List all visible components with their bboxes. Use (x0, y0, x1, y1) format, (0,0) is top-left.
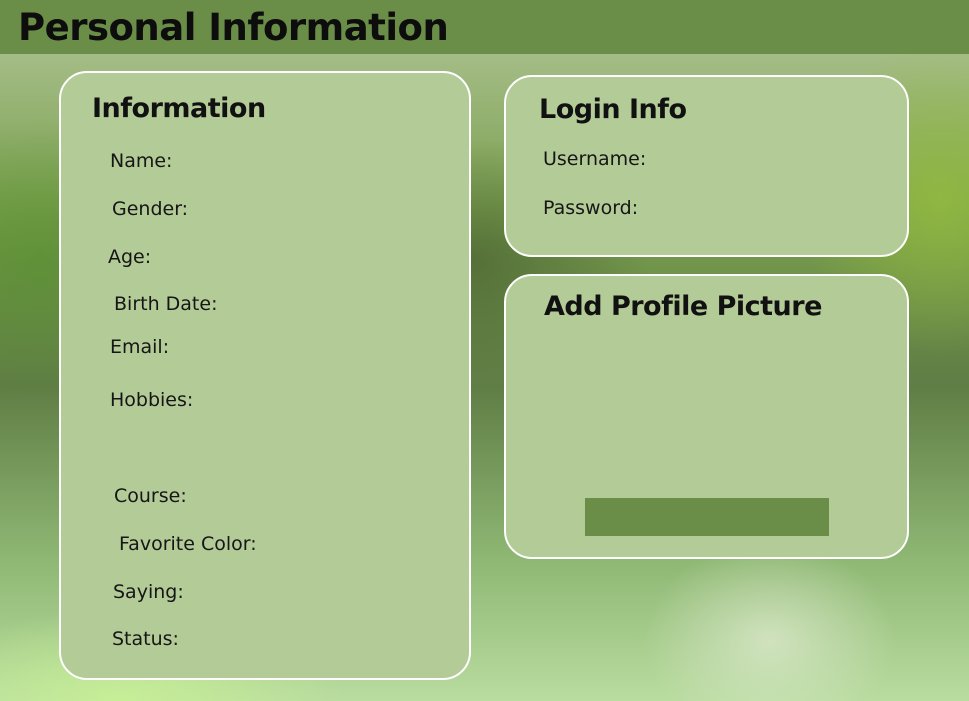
gender-label: Gender: (112, 198, 189, 220)
course-label: Course: (114, 485, 187, 507)
information-panel: Information Name: Gender: Age: Birth Dat… (59, 71, 471, 680)
username-label: Username: (543, 148, 647, 170)
header-bar: Personal Information (0, 0, 969, 54)
hobbies-label: Hobbies: (110, 389, 194, 411)
birth-date-label: Birth Date: (114, 293, 218, 315)
profile-picture-panel: Add Profile Picture (504, 274, 909, 559)
password-label: Password: (543, 197, 639, 219)
favorite-color-label: Favorite Color: (119, 533, 257, 555)
login-info-title: Login Info (539, 94, 687, 125)
page-title: Personal Information (18, 6, 449, 49)
name-label: Name: (110, 150, 173, 172)
saying-label: Saying: (113, 581, 184, 603)
age-label: Age: (108, 246, 152, 268)
status-label: Status: (112, 628, 179, 650)
profile-picture-title: Add Profile Picture (544, 291, 822, 322)
login-info-panel: Login Info Username: Password: (504, 75, 909, 257)
information-title: Information (92, 93, 266, 124)
upload-picture-button[interactable] (585, 498, 829, 536)
email-label: Email: (110, 336, 170, 358)
